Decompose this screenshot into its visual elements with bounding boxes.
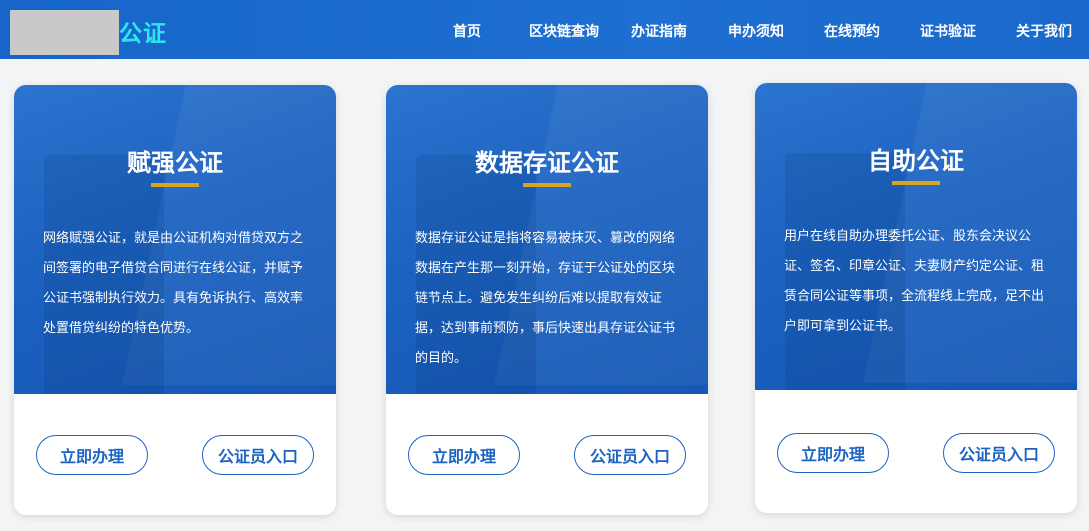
apply-now-button[interactable]: 立即办理 (36, 435, 148, 475)
apply-now-button[interactable]: 立即办理 (408, 435, 520, 475)
notary-entrance-button[interactable]: 公证员入口 (943, 433, 1055, 473)
card-description: 网络赋强公证，就是由公证机构对借贷双方之间签署的电子借贷合同进行在线公证，并赋予… (43, 231, 304, 336)
card-title: 自助公证 (868, 147, 964, 175)
notary-entrance-button[interactable]: 公证员入口 (574, 435, 686, 475)
apply-now-button[interactable]: 立即办理 (777, 433, 889, 473)
card-banner: 自助公证 用户在线自助办理委托公证、股东会决议公证、签名、印章公证、夫妻财产约定… (755, 83, 1077, 390)
nav-item-certificate-verify[interactable]: 证书验证 (920, 21, 976, 41)
notary-entrance-button[interactable]: 公证员入口 (202, 435, 314, 475)
service-card-self-service: 自助公证 用户在线自助办理委托公证、股东会决议公证、签名、印章公证、夫妻财产约定… (755, 83, 1077, 513)
title-underline (523, 183, 571, 187)
card-title: 数据存证公证 (475, 149, 619, 177)
nav-item-notice[interactable]: 申办须知 (728, 21, 784, 41)
nav-item-home[interactable]: 首页 (453, 21, 481, 41)
nav-item-online-booking[interactable]: 在线预约 (824, 21, 880, 41)
card-description: 用户在线自助办理委托公证、股东会决议公证、签名、印章公证、夫妻财产约定公证、租赁… (784, 229, 1045, 334)
service-card-data-deposit: 数据存证公证 数据存证公证是指将容易被抹灭、篡改的网络数据在产生那一刻开始，存证… (386, 85, 708, 515)
logo-text[interactable]: 公证 (119, 14, 167, 48)
nav-item-blockchain-query[interactable]: 区块链查询 (529, 21, 599, 41)
nav-item-about-us[interactable]: 关于我们 (1016, 21, 1072, 41)
top-header: 公证 首页 区块链查询 办证指南 申办须知 在线预约 证书验证 关于我们 (0, 0, 1089, 59)
title-underline (892, 181, 940, 185)
nav-item-guide[interactable]: 办证指南 (631, 21, 687, 41)
service-card-empowerment: 赋强公证 网络赋强公证，就是由公证机构对借贷双方之间签署的电子借贷合同进行在线公… (14, 85, 336, 515)
card-description: 数据存证公证是指将容易被抹灭、篡改的网络数据在产生那一刻开始，存证于公证处的区块… (415, 231, 676, 366)
title-underline (151, 183, 199, 187)
card-banner: 数据存证公证 数据存证公证是指将容易被抹灭、篡改的网络数据在产生那一刻开始，存证… (386, 85, 708, 394)
logo-image-placeholder[interactable] (10, 10, 119, 55)
card-title: 赋强公证 (127, 149, 223, 177)
card-banner: 赋强公证 网络赋强公证，就是由公证机构对借贷双方之间签署的电子借贷合同进行在线公… (14, 85, 336, 394)
